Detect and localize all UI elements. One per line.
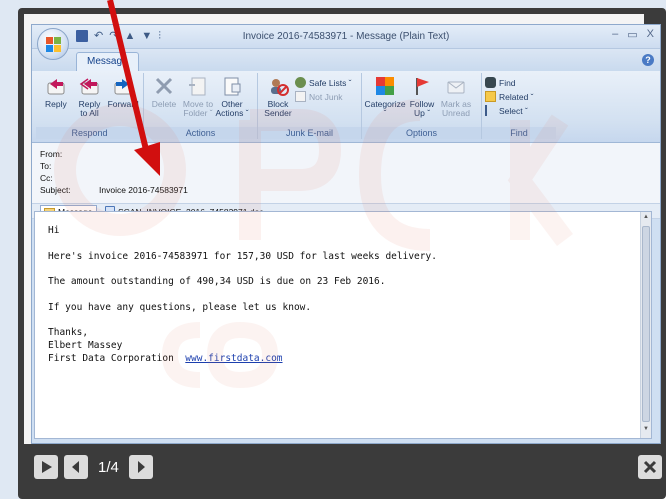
group-label-find: Find	[482, 127, 556, 139]
group-respond: Reply Reply to All Forward Respond	[36, 73, 144, 139]
play-icon	[42, 461, 52, 473]
play-slideshow-button[interactable]	[34, 455, 58, 479]
safe-lists-button[interactable]: Safe Lists ˇ	[295, 77, 352, 88]
mark-as-unread-icon	[445, 75, 467, 97]
signature: Thanks, Elbert Massey First Data Corpora…	[48, 326, 437, 365]
categorize-icon	[374, 75, 396, 97]
reply-icon	[45, 75, 67, 97]
body-line-questions: If you have any questions, please let us…	[48, 301, 312, 313]
title-bar: ↶ ↷ ▲ ▼ ⫶ Invoice 2016-74583971 - Messag…	[32, 25, 660, 60]
previous-image-button[interactable]	[64, 455, 88, 479]
group-actions: Delete Move to Folder ˇ Other Actions ˇ …	[144, 73, 258, 139]
related-button[interactable]: Related ˇ	[485, 91, 534, 102]
minimize-button[interactable]: –	[612, 28, 618, 41]
next-image-button[interactable]	[128, 455, 153, 479]
signature-company: First Data Corporation	[48, 353, 174, 364]
scroll-thumb[interactable]	[642, 226, 650, 422]
help-icon[interactable]: ?	[642, 54, 654, 66]
group-find: Find Related ˇ Select ˇ Find	[482, 73, 556, 139]
subject-label: Subject:	[40, 185, 71, 195]
binoculars-icon	[485, 77, 496, 88]
window-title: Invoice 2016-74583971 - Message (Plain T…	[242, 31, 450, 42]
move-to-folder-icon	[187, 75, 209, 97]
body-line-invoice: Here's invoice 2016-74583971 for 157,30 …	[48, 250, 437, 262]
image-counter: 1/4	[98, 458, 119, 476]
delete-icon	[153, 75, 175, 97]
message-headers: From: To: Cc: Subject: Invoice 2016-7458…	[32, 143, 660, 203]
find-button[interactable]: Find	[485, 77, 534, 88]
website-link[interactable]: www.firstdata.com	[185, 353, 282, 364]
cc-row: Cc:	[40, 173, 660, 185]
window-controls: – ▭ X	[612, 28, 654, 41]
subject-row: Subject: Invoice 2016-74583971	[40, 185, 660, 197]
block-sender-icon	[267, 75, 289, 97]
chevron-right-icon	[137, 461, 145, 473]
signature-name: Elbert Massey	[48, 340, 123, 351]
forward-icon	[112, 75, 134, 97]
group-label-junk-email: Junk E-mail	[258, 127, 361, 139]
safe-lists-icon	[295, 77, 306, 88]
to-row: To:	[40, 161, 660, 173]
group-junk-email: Block Sender Safe Lists ˇ Not Junk Junk …	[258, 73, 362, 139]
cc-label: Cc:	[40, 173, 53, 183]
related-icon	[485, 91, 496, 102]
signature-thanks: Thanks,	[48, 327, 89, 338]
group-label-actions: Actions	[144, 127, 257, 139]
select-button[interactable]: Select ˇ	[485, 105, 534, 116]
from-label: From:	[40, 149, 63, 159]
ribbon: Reply Reply to All Forward Respond Delet…	[32, 71, 660, 143]
message-text: Hi Here's invoice 2016-74583971 for 157,…	[48, 224, 437, 365]
maximize-button[interactable]: ▭	[627, 28, 637, 41]
scroll-up-icon[interactable]: ▲	[642, 214, 650, 224]
not-junk-icon	[295, 91, 306, 102]
close-icon	[643, 460, 657, 474]
scroll-down-icon[interactable]: ▼	[642, 426, 650, 436]
to-label: To:	[40, 161, 52, 171]
message-body[interactable]: Hi Here's invoice 2016-74583971 for 157,…	[34, 211, 652, 439]
group-label-respond: Respond	[36, 127, 143, 139]
greeting: Hi	[48, 225, 60, 236]
tab-message[interactable]: Message	[76, 52, 139, 71]
ribbon-tab-row: Message ?	[32, 49, 660, 71]
reply-all-icon	[79, 75, 101, 97]
close-window-button[interactable]: X	[647, 28, 654, 41]
from-row: From:	[40, 149, 660, 161]
follow-up-flag-icon	[411, 75, 433, 97]
body-scrollbar[interactable]: ▲ ▼	[640, 212, 651, 438]
select-cursor-icon	[485, 105, 496, 116]
lightbox-controls: 1/4	[34, 455, 153, 479]
group-label-options: Options	[362, 127, 481, 139]
subject-value: Invoice 2016-74583971	[99, 185, 188, 195]
chevron-left-icon	[72, 461, 79, 473]
body-line-outstanding: The amount outstanding of 490,34 USD is …	[48, 276, 386, 287]
other-actions-icon	[221, 75, 243, 97]
group-options: Categorize ˇ Follow Up ˇ Mark as Unread …	[362, 73, 482, 139]
not-junk-button[interactable]: Not Junk	[295, 91, 352, 102]
office-button[interactable]	[37, 28, 69, 60]
office-logo-icon	[46, 37, 62, 53]
close-lightbox-button[interactable]	[638, 455, 662, 479]
